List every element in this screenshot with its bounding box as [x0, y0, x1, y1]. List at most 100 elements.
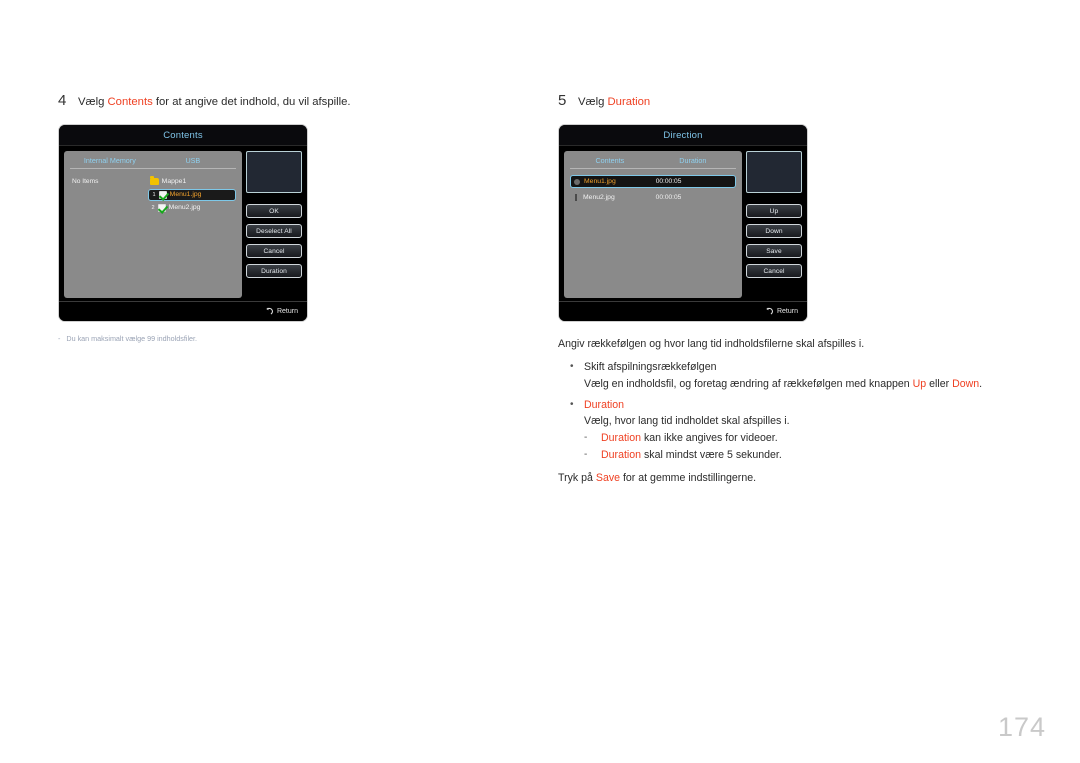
return-arrow-icon [266, 307, 273, 315]
duration-button[interactable]: Duration [246, 264, 302, 279]
direction-button-group: Up Down Save Cancel [746, 204, 802, 279]
table-row: 2 Menu2.jpg [70, 201, 236, 214]
save-button[interactable]: Save [746, 244, 802, 259]
left-note-text: Du kan maksimalt vælge 99 indholdsfiler. [66, 334, 198, 344]
ok-button[interactable]: OK [246, 204, 302, 219]
direction-item-name-cell: Menu2.jpg [570, 194, 650, 202]
contents-rows: No Items Mappe1 1 Menu1.jpg 2 Menu2.jpg [70, 169, 236, 214]
column-header-contents[interactable]: Contents [570, 156, 650, 165]
folder-icon [149, 176, 159, 186]
direction-item-duration: 00:00:05 [655, 194, 682, 202]
step-4-highlight: Contents [107, 96, 153, 108]
checkbox-checked-icon[interactable] [157, 203, 166, 212]
dash-text-rest: kan ikke angives for videoer. [641, 431, 778, 444]
return-label[interactable]: Return [277, 308, 298, 315]
usb-item-menu2[interactable]: 2 Menu2.jpg [150, 203, 236, 212]
step-5-highlight: Duration [607, 96, 651, 108]
closing-after: for at gemme indstillingerne. [620, 471, 757, 484]
usb-item-menu1[interactable]: 1 Menu1.jpg [147, 188, 236, 201]
closing-highlight-save: Save [595, 471, 621, 484]
dash-text-highlight: Duration [601, 431, 642, 444]
page-number: 174 [997, 712, 1046, 742]
drag-handle-bar-icon[interactable] [575, 194, 577, 202]
deselect-all-button[interactable]: Deselect All [246, 224, 302, 239]
drag-handle-dot-icon[interactable] [574, 178, 580, 185]
dash-text-rest: skal mindst være 5 sekunder. [641, 448, 782, 461]
right-notes-lead: Angiv rækkefølgen og hvor lang tid indho… [558, 338, 865, 351]
direction-dialog-footer: Return [559, 301, 807, 322]
bullet-marker: • [570, 361, 574, 373]
direction-item-label: Menu2.jpg [583, 194, 615, 202]
table-row: No Items Mappe1 [70, 175, 236, 188]
direction-item-duration: 00:00:05 [655, 178, 682, 186]
bullet-line: • Skift afspilningsrækkefølgen [570, 359, 1028, 376]
left-note: - Du kan maksimalt vælge 99 indholdsfile… [58, 334, 528, 344]
contents-dialog: Contents Internal Memory USB No Items Ma… [58, 124, 308, 323]
contents-side-pane: OK Deselect All Cancel Duration [246, 151, 302, 298]
direction-dialog-body: Contents Duration Menu1.jpg 00:00:05 Men… [559, 147, 807, 301]
step-4-text-before: Vælg [78, 96, 108, 108]
dash-text: Duration skal mindst være 5 sekunder. [601, 447, 782, 464]
bullet-heading: Skift afspilningsrækkefølgen [584, 361, 717, 374]
contents-list-pane: Internal Memory USB No Items Mappe1 1 Me… [64, 151, 242, 299]
step-5-text-before: Vælg [578, 96, 608, 108]
bullet-marker: • [570, 398, 574, 410]
bullet-body-highlight-down: Down [952, 378, 980, 391]
direction-side-pane: Up Down Save Cancel [746, 151, 802, 298]
usb-item-label: Mappe1 [161, 178, 187, 186]
bullet-block-duration: • Duration Vælg, hvor lang tid indholdet… [570, 397, 1028, 464]
contents-column-headers: Internal Memory USB [70, 156, 236, 170]
usb-item-folder[interactable]: Mappe1 [149, 176, 236, 186]
closing-before: Tryk på [558, 471, 596, 484]
dash-line: - Duration kan ikke angives for videoer. [584, 430, 1028, 447]
manual-page: 4 Vælg Contents for at angive det indhol… [0, 0, 1080, 763]
checkbox-checked-icon[interactable] [158, 190, 167, 199]
up-button[interactable]: Up [746, 204, 802, 219]
direction-item-menu1[interactable]: Menu1.jpg 00:00:05 [570, 175, 736, 189]
usb-item-label: Menu1.jpg [169, 191, 202, 199]
contents-button-group: OK Deselect All Cancel Duration [246, 204, 302, 279]
direction-item-label: Menu1.jpg [584, 178, 616, 186]
usb-item-index: 1 [152, 191, 156, 198]
table-row: 1 Menu1.jpg [70, 188, 236, 201]
column-header-duration[interactable]: Duration [650, 156, 736, 165]
direction-list-pane: Contents Duration Menu1.jpg 00:00:05 Men… [564, 151, 742, 299]
return-label[interactable]: Return [777, 308, 798, 315]
right-column: 5 Vælg Duration Direction Contents Durat… [558, 92, 1028, 487]
right-notes: Angiv rækkefølgen og hvor lang tid indho… [558, 336, 1028, 486]
dash-line: - Duration skal mindst være 5 sekunder. [584, 447, 1028, 464]
left-note-dash: - [58, 334, 61, 344]
bullet-body: Vælg en indholdsfil, og foretag ændring … [584, 376, 1028, 392]
closing-note: Tryk på Save for at gemme indstillingern… [558, 470, 1028, 487]
step-4: 4 Vælg Contents for at angive det indhol… [58, 92, 528, 110]
left-column: 4 Vælg Contents for at angive det indhol… [58, 92, 528, 344]
direction-dialog-title: Direction [559, 125, 807, 147]
bullet-body-part-3: . [979, 378, 983, 391]
direction-column-headers: Contents Duration [570, 156, 736, 170]
usb-item-index: 2 [151, 204, 155, 211]
direction-rows: Menu1.jpg 00:00:05 Menu2.jpg 00:00:05 [570, 169, 736, 204]
step-4-text: Vælg Contents for at angive det indhold,… [78, 92, 351, 110]
bullet-heading-duration: Duration [584, 398, 625, 411]
preview-thumbnail [246, 151, 302, 194]
step-5: 5 Vælg Duration [558, 92, 1028, 110]
bullet-block-order: • Skift afspilningsrækkefølgen Vælg en i… [570, 359, 1028, 392]
cancel-button[interactable]: Cancel [746, 264, 802, 279]
bullet-body: Vælg, hvor lang tid indholdet skal afspi… [584, 415, 790, 428]
dash-marker: - [584, 448, 588, 460]
column-header-internal-memory[interactable]: Internal Memory [70, 156, 150, 165]
bullet-body-highlight-up: Up [912, 378, 927, 391]
preview-thumbnail [746, 151, 802, 194]
step-5-number: 5 [558, 92, 567, 109]
contents-dialog-footer: Return [59, 301, 307, 322]
dash-marker: - [584, 431, 588, 443]
step-4-text-after: for at angive det indhold, du vil afspil… [152, 96, 351, 108]
column-header-usb[interactable]: USB [150, 156, 236, 165]
direction-dialog: Direction Contents Duration Menu1.jpg 00… [558, 124, 808, 323]
bullet-body-part-2: eller [926, 378, 953, 391]
cancel-button[interactable]: Cancel [246, 244, 302, 259]
bullet-body-part-1: Vælg en indholdsfil, og foretag ændring … [584, 378, 913, 391]
direction-item-menu2[interactable]: Menu2.jpg 00:00:05 [570, 191, 736, 204]
step-5-text: Vælg Duration [578, 92, 650, 110]
down-button[interactable]: Down [746, 224, 802, 239]
